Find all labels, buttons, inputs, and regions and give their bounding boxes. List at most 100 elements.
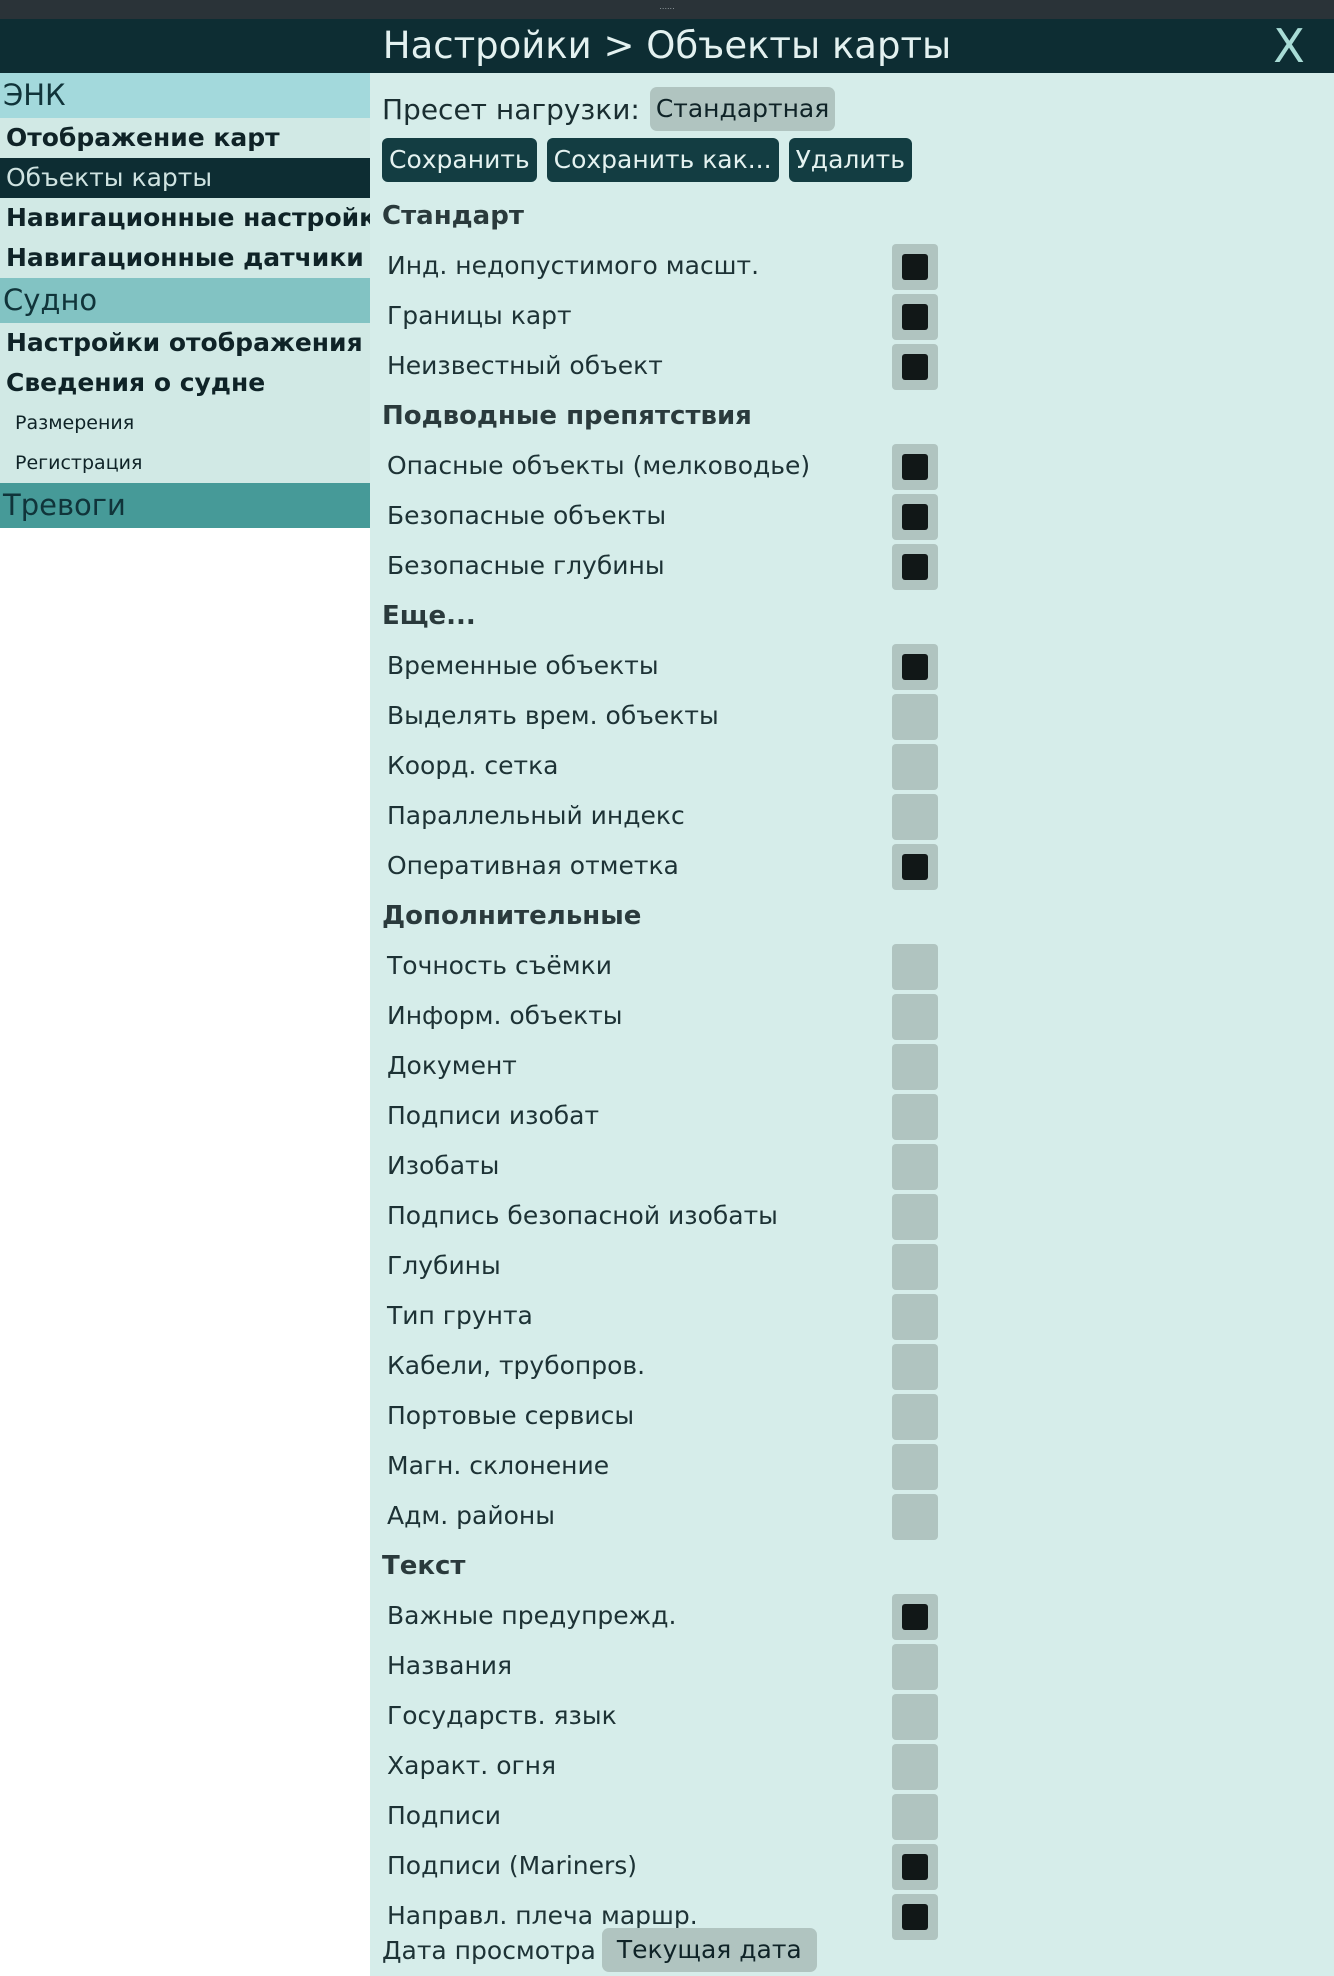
setting-checkbox[interactable] (892, 1094, 938, 1140)
setting-checkbox[interactable] (892, 994, 938, 1040)
sidebar-item-vessel-info[interactable]: Сведения о судне (0, 363, 370, 403)
setting-label: Подпись безопасной изобаты (387, 1201, 778, 1230)
setting-row[interactable]: Выделять врем. объекты (382, 691, 1312, 741)
setting-checkbox[interactable] (892, 1594, 938, 1640)
preset-selector[interactable]: Стандартная (649, 87, 836, 131)
setting-row[interactable]: Временные объекты (382, 641, 1312, 691)
sidebar-item-chart-display[interactable]: Отображение карт (0, 118, 370, 158)
setting-row[interactable]: Портовые сервисы (382, 1391, 1312, 1441)
setting-checkbox[interactable] (892, 1644, 938, 1690)
delete-button[interactable]: Удалить (788, 138, 912, 182)
setting-checkbox[interactable] (892, 294, 938, 340)
setting-checkbox[interactable] (892, 494, 938, 540)
sidebar-subitem-registration[interactable]: Регистрация (0, 443, 370, 483)
setting-row[interactable]: Параллельный индекс (382, 791, 1312, 841)
setting-checkbox[interactable] (892, 1194, 938, 1240)
checkbox-checked-mark (902, 854, 928, 880)
setting-label: Опасные объекты (мелководье) (387, 451, 811, 480)
view-date-selector[interactable]: Текущая дата (601, 1928, 817, 1972)
setting-row[interactable]: Глубины (382, 1241, 1312, 1291)
setting-checkbox[interactable] (892, 794, 938, 840)
sidebar-subitem-dimensions[interactable]: Размерения (0, 403, 370, 443)
setting-row[interactable]: Границы карт (382, 291, 1312, 341)
setting-checkbox[interactable] (892, 844, 938, 890)
setting-checkbox[interactable] (892, 744, 938, 790)
setting-checkbox[interactable] (892, 1294, 938, 1340)
sidebar-item-nav-settings[interactable]: Навигационные настройки (0, 198, 394, 238)
setting-checkbox[interactable] (892, 1794, 938, 1840)
preset-row: Пресет нагрузки: Стандартная (382, 87, 836, 131)
setting-row[interactable]: Подписи (382, 1791, 1312, 1841)
setting-row[interactable]: Тип грунта (382, 1291, 1312, 1341)
setting-row[interactable]: Инд. недопустимого масшт. (382, 241, 1312, 291)
group-heading: Подводные препятствия (382, 401, 752, 431)
setting-row[interactable]: Магн. склонение (382, 1441, 1312, 1491)
setting-row[interactable]: Точность съёмки (382, 941, 1312, 991)
main-panel: Пресет нагрузки: Стандартная Сохранить С… (370, 73, 1334, 1976)
setting-row[interactable]: Неизвестный объект (382, 341, 1312, 391)
group-heading: Текст (382, 1551, 466, 1581)
setting-row[interactable]: Подпись безопасной изобаты (382, 1191, 1312, 1241)
sidebar-item-display-settings[interactable]: Настройки отображения (0, 323, 370, 363)
save-as-button[interactable]: Сохранить как... (546, 138, 779, 182)
setting-checkbox[interactable] (892, 1044, 938, 1090)
setting-label: Точность съёмки (387, 951, 612, 980)
setting-label: Важные предупрежд. (387, 1601, 677, 1630)
setting-label: Кабели, трубопров. (387, 1351, 646, 1380)
title-bar: Настройки > Объекты карты X (0, 19, 1334, 73)
setting-checkbox[interactable] (892, 1244, 938, 1290)
setting-checkbox[interactable] (892, 1344, 938, 1390)
setting-row[interactable]: Характ. огня (382, 1741, 1312, 1791)
sidebar-section-enc[interactable]: ЭНК (0, 73, 370, 118)
setting-row[interactable]: Документ (382, 1041, 1312, 1091)
setting-checkbox[interactable] (892, 694, 938, 740)
setting-row[interactable]: Подписи (Mariners) (382, 1841, 1312, 1891)
sidebar-item-nav-sensors[interactable]: Навигационные датчики (0, 238, 370, 278)
setting-label: Оперативная отметка (387, 851, 679, 880)
setting-label: Документ (387, 1051, 517, 1080)
setting-label: Границы карт (387, 301, 572, 330)
setting-checkbox[interactable] (892, 444, 938, 490)
setting-checkbox[interactable] (892, 544, 938, 590)
setting-label: Магн. склонение (387, 1451, 610, 1480)
setting-checkbox[interactable] (892, 1494, 938, 1540)
window-drag-handle[interactable]: ...... (0, 0, 1334, 19)
setting-checkbox[interactable] (892, 1444, 938, 1490)
setting-row[interactable]: Подписи изобат (382, 1091, 1312, 1141)
setting-row[interactable]: Безопасные объекты (382, 491, 1312, 541)
setting-checkbox[interactable] (892, 1844, 938, 1890)
checkbox-checked-mark (902, 1854, 928, 1880)
setting-row[interactable]: Информ. объекты (382, 991, 1312, 1041)
setting-row[interactable]: Кабели, трубопров. (382, 1341, 1312, 1391)
setting-label: Параллельный индекс (387, 801, 685, 830)
sidebar-section-alarms[interactable]: Тревоги (0, 483, 370, 528)
setting-row[interactable]: Адм. районы (382, 1491, 1312, 1541)
setting-row[interactable]: Опасные объекты (мелководье) (382, 441, 1312, 491)
sidebar-item-chart-objects[interactable]: Объекты карты (0, 158, 370, 198)
setting-label: Тип грунта (387, 1301, 533, 1330)
setting-checkbox[interactable] (892, 1144, 938, 1190)
setting-checkbox[interactable] (892, 244, 938, 290)
setting-checkbox[interactable] (892, 1744, 938, 1790)
setting-row[interactable]: Безопасные глубины (382, 541, 1312, 591)
setting-checkbox[interactable] (892, 944, 938, 990)
setting-label: Информ. объекты (387, 1001, 623, 1030)
setting-checkbox[interactable] (892, 1894, 938, 1940)
setting-label: Временные объекты (387, 651, 659, 680)
setting-checkbox[interactable] (892, 1694, 938, 1740)
setting-row[interactable]: Названия (382, 1641, 1312, 1691)
close-icon[interactable]: X (1266, 23, 1312, 69)
save-button[interactable]: Сохранить (382, 138, 537, 182)
setting-row[interactable]: Государств. язык (382, 1691, 1312, 1741)
setting-row[interactable]: Оперативная отметка (382, 841, 1312, 891)
setting-label: Подписи (387, 1801, 501, 1830)
setting-row[interactable]: Изобаты (382, 1141, 1312, 1191)
setting-checkbox[interactable] (892, 644, 938, 690)
setting-checkbox[interactable] (892, 344, 938, 390)
setting-row[interactable]: Коорд. сетка (382, 741, 1312, 791)
view-date-row: Дата просмотра Текущая дата (382, 1925, 817, 1975)
sidebar-section-vessel[interactable]: Судно (0, 278, 370, 323)
checkbox-checked-mark (902, 1904, 928, 1930)
setting-checkbox[interactable] (892, 1394, 938, 1440)
setting-row[interactable]: Важные предупрежд. (382, 1591, 1312, 1641)
